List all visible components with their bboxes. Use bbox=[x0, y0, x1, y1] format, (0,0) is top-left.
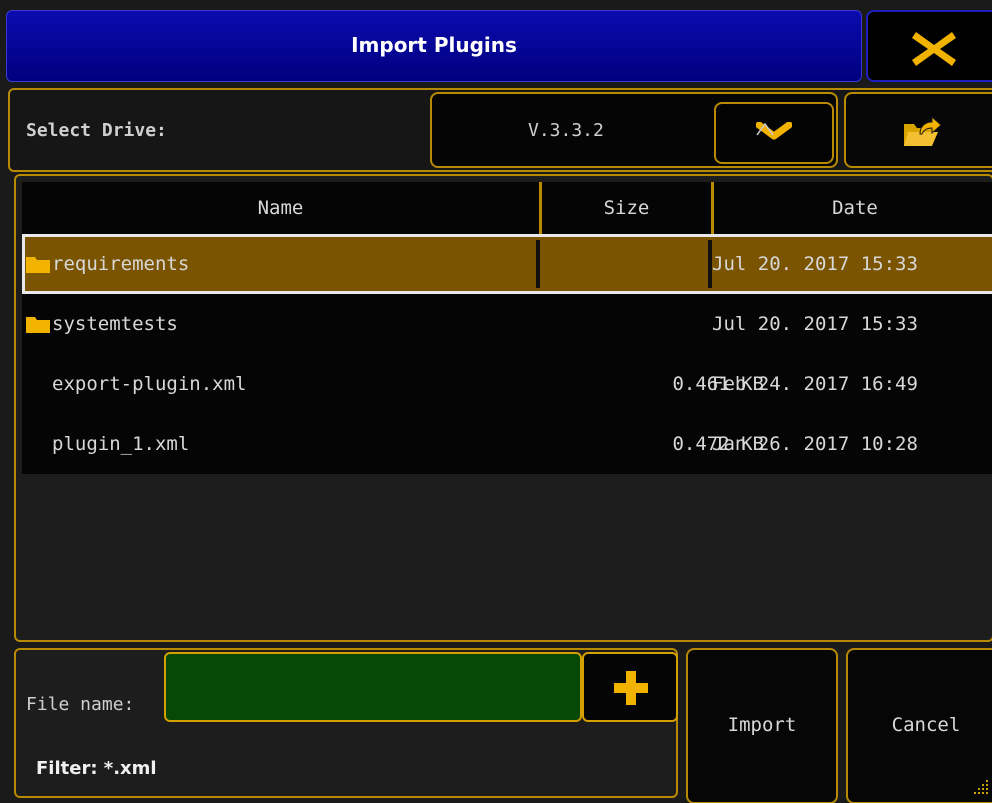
close-icon bbox=[912, 32, 956, 66]
column-header-name[interactable]: Name bbox=[22, 182, 542, 234]
file-name-panel: File name: Filter: *.xml bbox=[14, 648, 678, 798]
table-row[interactable]: export-plugin.xml 0.461 KB Feb 24. 2017 … bbox=[22, 354, 992, 414]
drive-select[interactable]: V.3.3.2 bbox=[430, 92, 838, 168]
title-bar: Import Plugins bbox=[6, 10, 862, 82]
row-name: requirements bbox=[52, 253, 190, 275]
folder-icon bbox=[24, 234, 54, 294]
table-header: Name Size Date bbox=[22, 182, 992, 234]
row-date: Jul 20. 2017 15:33 bbox=[712, 253, 918, 275]
folder-up-icon bbox=[904, 115, 942, 146]
file-name-input[interactable] bbox=[164, 652, 582, 722]
drive-row: Select Drive: V.3.3.2 bbox=[8, 88, 992, 172]
table-row[interactable]: requirements Jul 20. 2017 15:33 bbox=[22, 234, 992, 294]
drive-dropdown-button[interactable] bbox=[714, 102, 834, 164]
import-button-label: Import bbox=[727, 714, 797, 736]
row-name: export-plugin.xml bbox=[52, 373, 247, 395]
cancel-button-label: Cancel bbox=[891, 714, 961, 736]
column-header-size[interactable]: Size bbox=[542, 182, 714, 234]
file-name-label: File name: bbox=[26, 694, 135, 715]
row-name: systemtests bbox=[52, 313, 178, 335]
column-header-date[interactable]: Date bbox=[714, 182, 992, 234]
cancel-button[interactable]: Cancel bbox=[846, 648, 992, 803]
row-date: Jul 20. 2017 15:33 bbox=[712, 313, 918, 335]
resize-grip-icon[interactable] bbox=[972, 778, 990, 796]
import-plugins-dialog: Import Plugins Select Drive: V.3.3.2 Nam… bbox=[0, 0, 992, 803]
table-row[interactable]: plugin_1.xml 0.472 KB Jan 26. 2017 10:28 bbox=[22, 414, 992, 474]
file-list-panel: Name Size Date requirements Jul 20. 2017… bbox=[14, 174, 992, 642]
table-row[interactable]: systemtests Jul 20. 2017 15:33 bbox=[22, 294, 992, 354]
table-body: requirements Jul 20. 2017 15:33 systemte… bbox=[22, 234, 992, 474]
add-button[interactable] bbox=[582, 652, 678, 722]
drive-value: V.3.3.2 bbox=[528, 120, 604, 141]
row-name: plugin_1.xml bbox=[52, 433, 190, 455]
import-button[interactable]: Import bbox=[686, 648, 838, 803]
close-button[interactable] bbox=[866, 10, 992, 82]
row-date: Feb 24. 2017 16:49 bbox=[712, 373, 918, 395]
plus-icon bbox=[614, 671, 648, 705]
dialog-title: Import Plugins bbox=[351, 33, 517, 57]
folder-icon bbox=[24, 294, 54, 354]
filter-label: Filter: *.xml bbox=[36, 758, 157, 779]
folder-up-button[interactable] bbox=[844, 92, 992, 168]
row-date: Jan 26. 2017 10:28 bbox=[712, 433, 918, 455]
select-drive-label: Select Drive: bbox=[26, 120, 167, 141]
column-divider bbox=[536, 240, 540, 288]
corner-marker-icon bbox=[756, 122, 774, 136]
